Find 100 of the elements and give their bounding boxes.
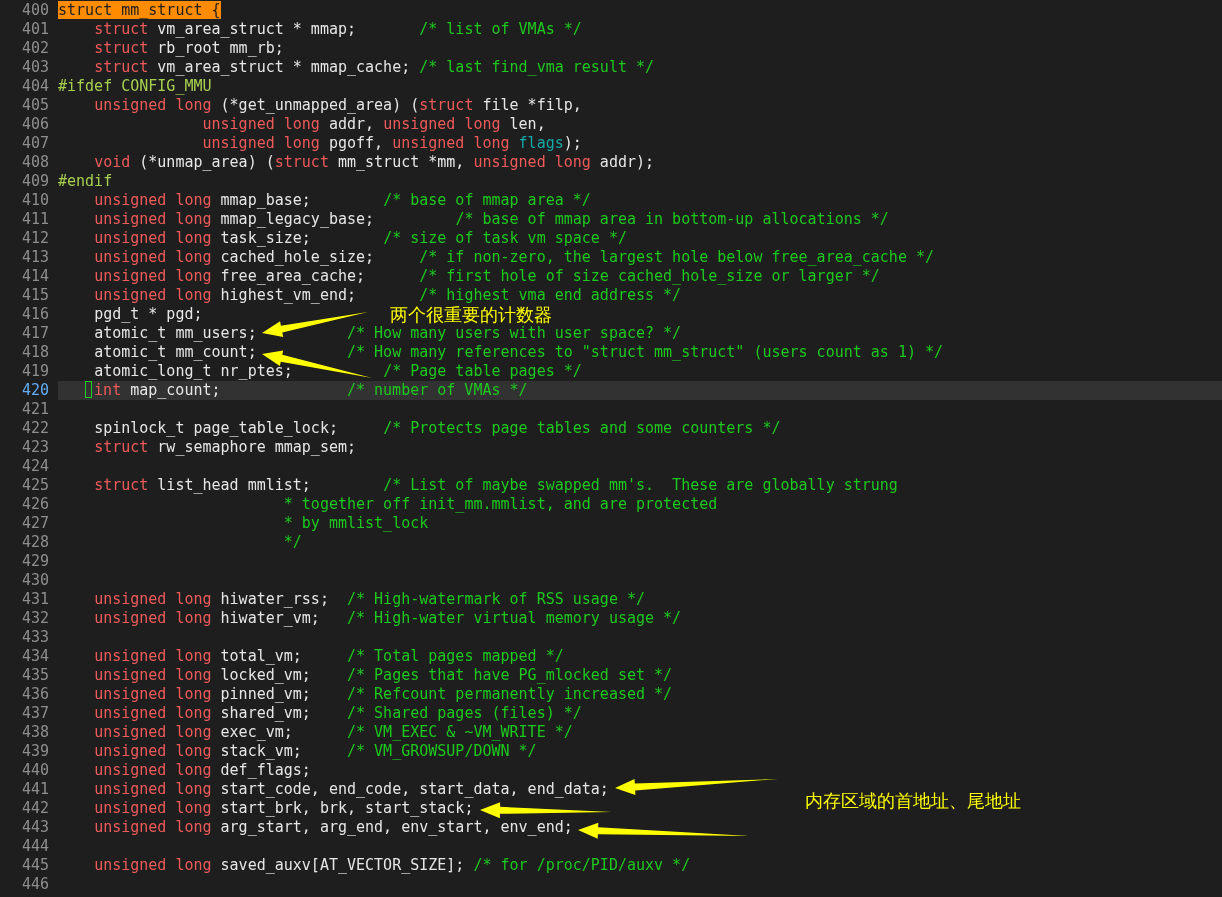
code-comment: /* size of task vm space */ [383,229,627,248]
code-text: unsigned long hiwater_vm; [94,609,320,628]
code-text: unsigned long start_brk, brk, start_stack; [94,799,474,818]
line-number: 430 [20,571,50,590]
code-text: unsigned long pgoff, unsigned long flags); [202,134,582,153]
line-number: 408 [20,153,50,172]
line-number: 437 [20,704,50,723]
code-text: unsigned long start_code, end_code, start_data, end_data; [94,780,609,799]
code-comment: */ [283,533,302,552]
line-number: 411 [20,210,50,229]
preprocessor-directive: #endif [58,172,113,191]
code-comment: /* Total pages mapped */ [347,647,564,666]
code-comment: /* List of maybe swapped mm's. These are globally strung [383,476,898,495]
code-text: struct mm_struct { [58,1,221,20]
code-comment: /* Protects page tables and some counters */ [383,419,781,438]
line-number: 440 [20,761,50,780]
code-text: atomic_t mm_count; [94,343,257,362]
code-comment: /* How many users with user space? */ [347,324,682,343]
line-number: 400 [20,1,50,20]
code-text: unsigned long exec_vm; [94,723,293,742]
code-text: struct vm_area_struct * mmap_cache; [94,58,411,77]
code-text: unsigned long shared_vm; [94,704,311,723]
line-number: 444 [20,837,50,856]
line-number: 434 [20,647,50,666]
line-number: 424 [20,457,50,476]
code-text: atomic_long_t nr_ptes; [94,362,293,381]
code-comment: /* Shared pages (files) */ [347,704,582,723]
line-number: 403 [20,58,50,77]
line-number: 438 [20,723,50,742]
code-comment: /* Refcount permanently increased */ [347,685,673,704]
line-number: 432 [20,609,50,628]
code-text: struct rw_semaphore mmap_sem; [94,438,357,457]
code-text: unsigned long def_flags; [94,761,311,780]
code-comment: /* list of VMAs */ [419,20,582,39]
code-comment: /* VM_EXEC & ~VM_WRITE */ [347,723,573,742]
line-number: 405 [20,96,50,115]
line-number: 419 [20,362,50,381]
line-number: 401 [20,20,50,39]
code-text: struct list_head mmlist; [94,476,311,495]
line-number: 427 [20,514,50,533]
code-text: unsigned long highest_vm_end; [94,286,357,305]
code-text: unsigned long arg_start, arg_end, env_start, env_end; [94,818,573,837]
code-text: struct vm_area_struct * mmap; [94,20,357,39]
line-number: 426 [20,495,50,514]
code-text: unsigned long saved_auxv[AT_VECTOR_SIZE]; [94,856,465,875]
line-number: 435 [20,666,50,685]
code-comment: /* How many references to "struct mm_struct" (users count as 1) */ [347,343,944,362]
code-text: int map_count; [58,381,221,400]
code-comment: /* Pages that have PG_mlocked set */ [347,666,673,685]
code-comment: /* base of mmap area in bottom-up allocations */ [455,210,889,229]
code-text: unsigned long pinned_vm; [94,685,311,704]
line-number: 425 [20,476,50,495]
code-comment: /* High-water virtual memory usage */ [347,609,682,628]
code-comment: /* highest vma end address */ [419,286,682,305]
line-number: 402 [20,39,50,58]
code-text: unsigned long total_vm; [94,647,302,666]
code-text: spinlock_t page_table_lock; [94,419,338,438]
line-number: 418 [20,343,50,362]
code-comment: /* number of VMAs */ [346,381,528,400]
line-number: 416 [20,305,50,324]
code-text: struct rb_root mm_rb; [94,39,284,58]
code-comment: /* Page table pages */ [383,362,582,381]
code-comment: /* base of mmap area */ [383,191,591,210]
line-number: 407 [20,134,50,153]
annotation-text: 两个很重要的计数器 [390,305,552,324]
code-text: unsigned long hiwater_rss; [94,590,329,609]
code-text: unsigned long (*get_unmapped_area) (struct file *filp, [94,96,582,115]
line-number: 421 [20,400,50,419]
code-comment: /* for /proc/PID/auxv */ [473,856,691,875]
code-comment: /* if non-zero, the largest hole below free_area_cache */ [419,248,934,267]
line-number: 423 [20,438,50,457]
line-number: 445 [20,856,50,875]
line-number: 410 [20,191,50,210]
code-text: unsigned long task_size; [94,229,311,248]
line-number: 428 [20,533,50,552]
line-number: 409 [20,172,50,191]
preprocessor-directive: #ifdef CONFIG_MMU [58,77,212,96]
line-number: 439 [20,742,50,761]
line-number: 441 [20,780,50,799]
line-number: 415 [20,286,50,305]
line-number: 431 [20,590,50,609]
code-text: unsigned long mmap_legacy_base; [94,210,375,229]
code-comment: /* last find_vma result */ [419,58,655,77]
line-number: 412 [20,229,50,248]
code-text: unsigned long locked_vm; [94,666,311,685]
line-number: 406 [20,115,50,134]
code-comment: * together off init_mm.mmlist, and are protected [283,495,718,514]
line-number: 404 [20,77,50,96]
annotation-text: 内存区域的首地址、尾地址 [805,791,1021,810]
line-number: 433 [20,628,50,647]
line-number: 420 [20,381,50,400]
line-number: 417 [20,324,50,343]
line-number: 436 [20,685,50,704]
line-number: 422 [20,419,50,438]
code-text: unsigned long mmap_base; [94,191,311,210]
code-text: unsigned long stack_vm; [94,742,302,761]
code-text: atomic_t mm_users; [94,324,257,343]
line-number: 414 [20,267,50,286]
line-number: 443 [20,818,50,837]
code-text: unsigned long cached_hole_size; [94,248,375,267]
